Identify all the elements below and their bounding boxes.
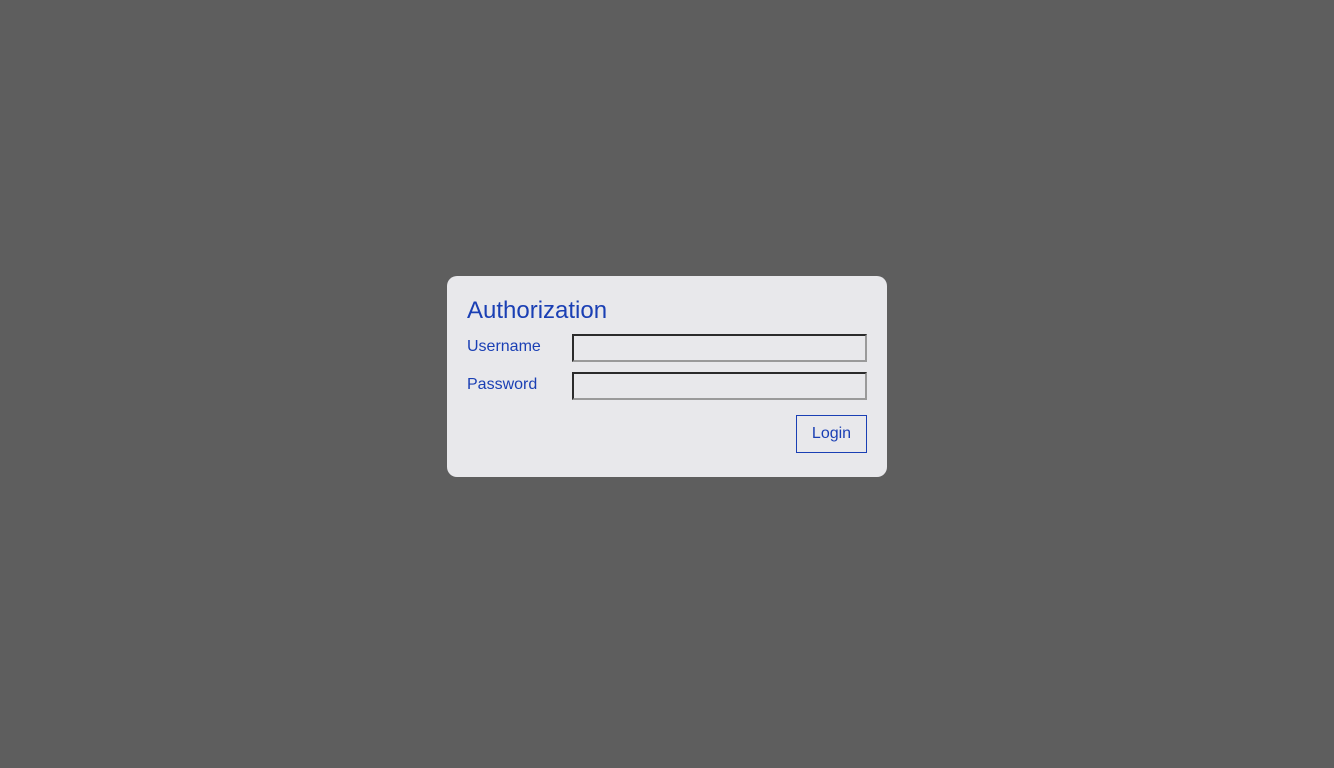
password-input[interactable] <box>572 372 867 400</box>
authorization-dialog: Authorization Username Password Login <box>447 276 887 477</box>
username-input[interactable] <box>572 334 867 362</box>
dialog-title: Authorization <box>467 297 608 324</box>
dialog-actions: Login <box>467 410 867 453</box>
page-backdrop: Authorization Username Password Login <box>0 0 1334 768</box>
username-label: Username <box>467 338 541 355</box>
username-row: Username <box>467 334 867 372</box>
login-button[interactable]: Login <box>796 415 867 453</box>
password-row: Password <box>467 372 867 410</box>
password-label: Password <box>467 376 538 393</box>
